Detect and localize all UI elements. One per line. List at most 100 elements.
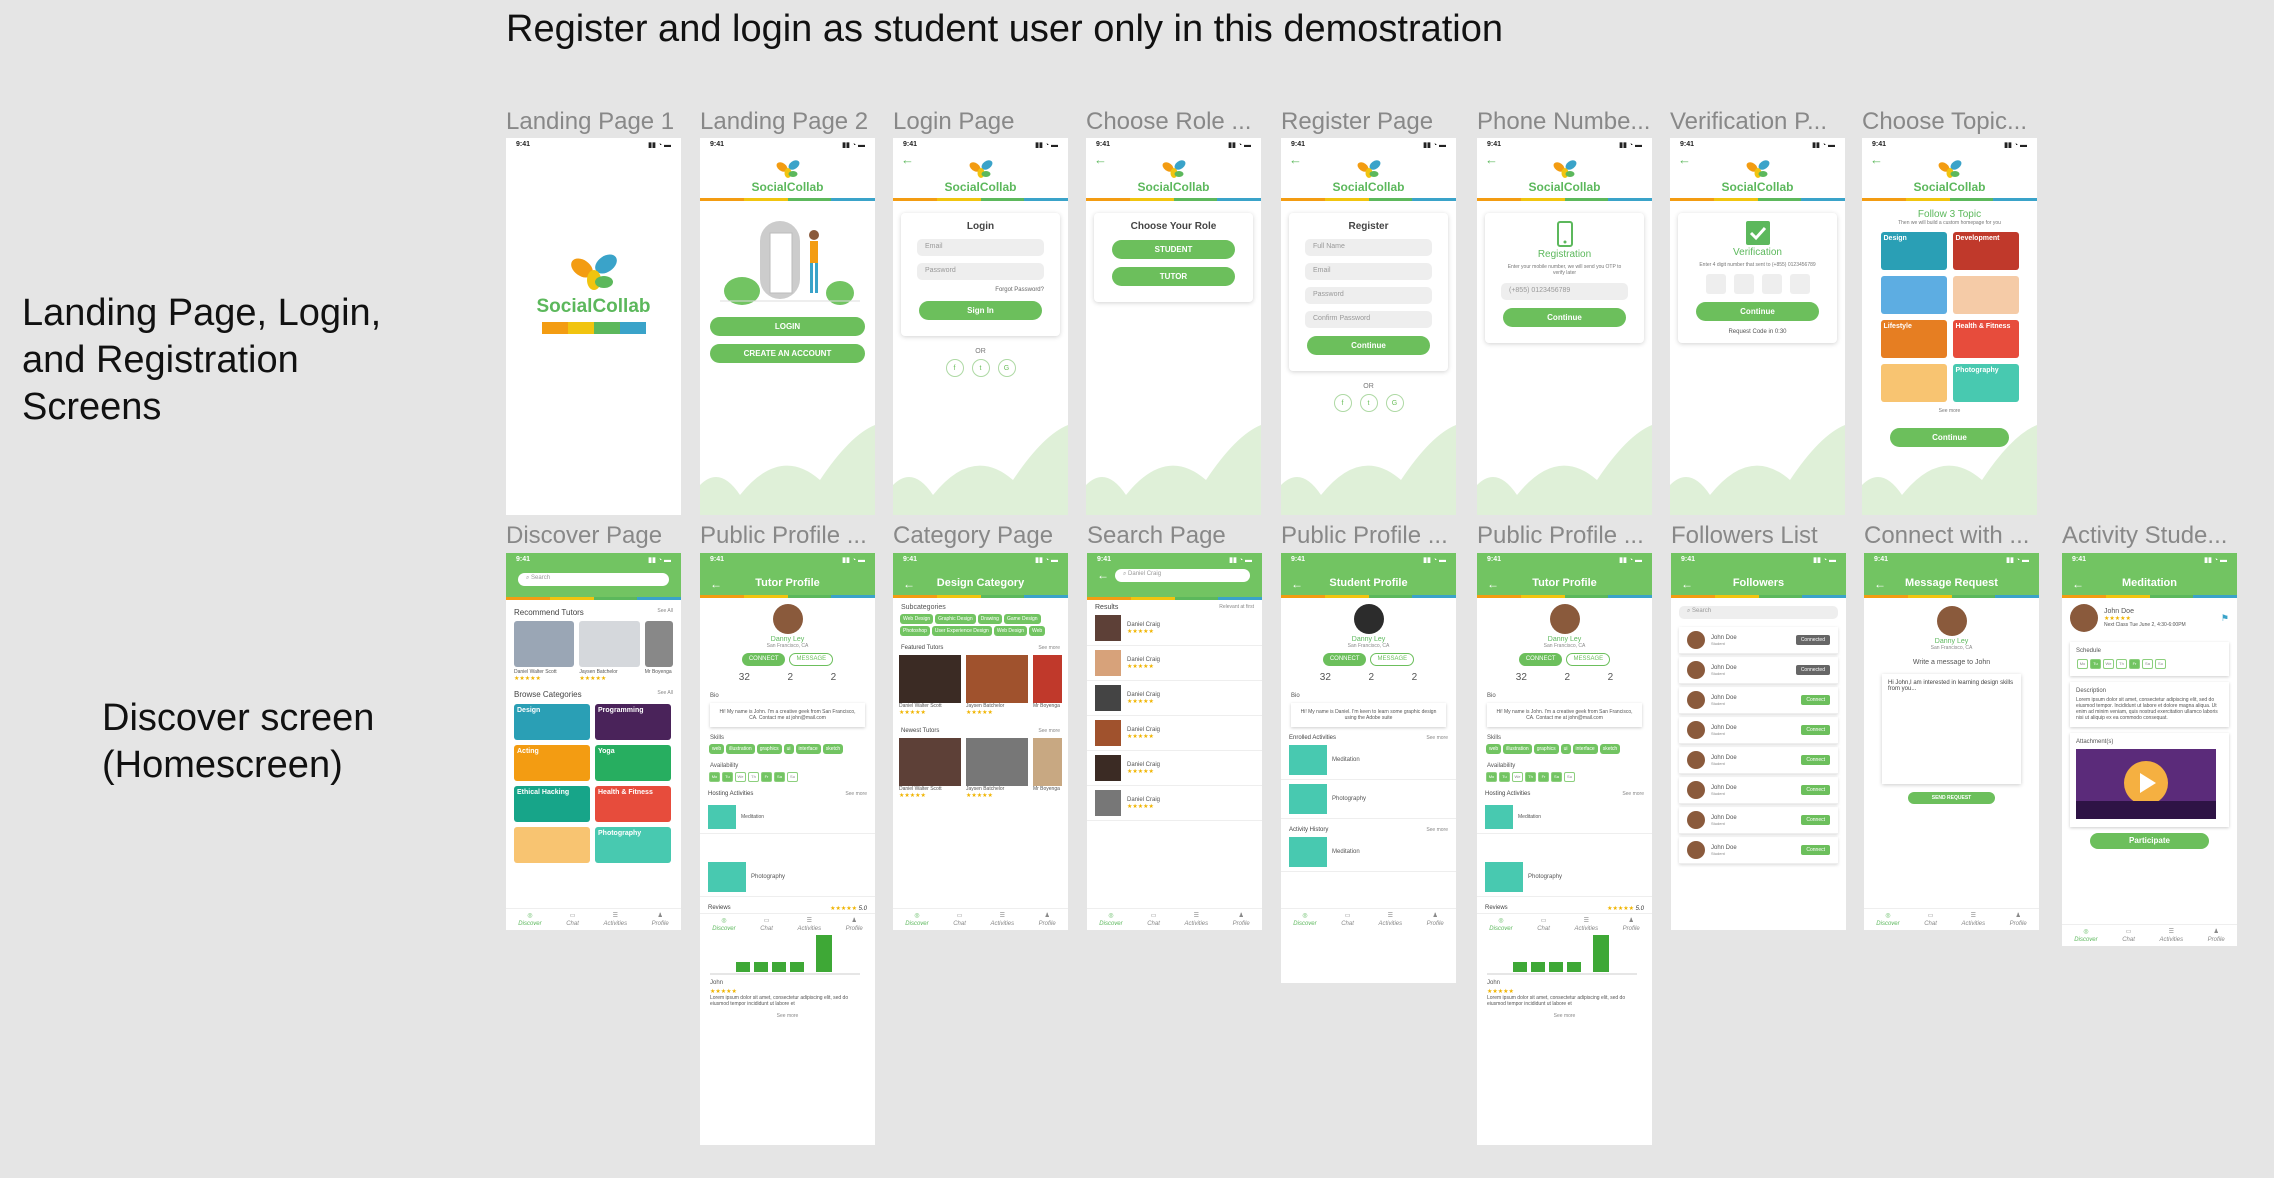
- message-textarea[interactable]: Hi John,I am interested in learning desi…: [1882, 674, 2021, 784]
- topic-tile[interactable]: Development: [1952, 232, 2019, 270]
- continue-button[interactable]: Continue: [1890, 428, 2009, 447]
- topic-tile[interactable]: Photography: [1952, 364, 2019, 402]
- password-field[interactable]: Password: [1305, 287, 1432, 304]
- nav-discover[interactable]: ◎ Discover: [1876, 912, 1899, 928]
- category-tile[interactable]: Programming: [595, 704, 671, 740]
- category-tile[interactable]: Design: [514, 704, 590, 740]
- otp-digit[interactable]: [1705, 274, 1726, 294]
- facebook-icon[interactable]: f: [945, 359, 964, 377]
- back-arrow-icon[interactable]: ←: [903, 577, 915, 591]
- category-tile[interactable]: Health & Fitness: [595, 786, 671, 822]
- topic-tile[interactable]: [1952, 276, 2019, 314]
- nav-discover[interactable]: ◎ Discover: [905, 912, 928, 928]
- tutor-card[interactable]: Jaysen Batchelor ★★★★★: [579, 621, 640, 682]
- otp-digit[interactable]: [1733, 274, 1754, 294]
- google-icon[interactable]: G: [1385, 394, 1404, 412]
- back-arrow-icon[interactable]: ←: [1681, 577, 1693, 591]
- back-arrow-icon[interactable]: ←: [1094, 152, 1107, 167]
- nav-discover[interactable]: ◎ Discover: [2074, 928, 2097, 944]
- nav-profile[interactable]: ♟ Profile: [652, 912, 669, 928]
- nav-activities[interactable]: ☰ Activities: [1184, 912, 1208, 928]
- search-result-row[interactable]: Daniel Craig ★★★★★: [1087, 646, 1262, 681]
- back-arrow-icon[interactable]: ←: [1870, 152, 1883, 167]
- participate-button[interactable]: Participate: [2090, 833, 2209, 849]
- email-field[interactable]: Email: [917, 239, 1044, 256]
- topic-tile[interactable]: [1880, 364, 1947, 402]
- search-result-row[interactable]: Daniel Craig ★★★★★: [1087, 751, 1262, 786]
- twitter-icon[interactable]: t: [971, 359, 990, 377]
- tutor-role-button[interactable]: TUTOR: [1112, 267, 1235, 286]
- connect-button[interactable]: CONNECT: [1518, 653, 1563, 666]
- nav-profile[interactable]: ♟ Profile: [2010, 912, 2027, 928]
- send-request-button[interactable]: SEND REQUEST: [1908, 792, 1995, 804]
- connect-button[interactable]: Connect: [1801, 845, 1830, 855]
- tutor-card[interactable]: Mr Boyenga: [644, 621, 674, 682]
- nav-discover[interactable]: ◎ Discover: [712, 917, 735, 933]
- back-arrow-icon[interactable]: ←: [1485, 152, 1498, 167]
- search-result-row[interactable]: Daniel Craig ★★★★★: [1087, 716, 1262, 751]
- create-account-button[interactable]: CREATE AN ACCOUNT: [710, 344, 865, 363]
- tutor-card[interactable]: Daniel Walter Scott ★★★★★: [899, 738, 961, 799]
- tutor-card[interactable]: Daniel Walter Scott ★★★★★: [514, 621, 575, 682]
- category-tile[interactable]: Yoga: [595, 745, 671, 781]
- search-input[interactable]: ⌕ Search: [518, 573, 669, 586]
- nav-activities[interactable]: ☰ Activities: [2159, 928, 2183, 944]
- connect-button[interactable]: Connect: [1801, 695, 1830, 705]
- nav-activities[interactable]: ☰ Activities: [603, 912, 627, 928]
- back-arrow-icon[interactable]: ←: [1487, 577, 1499, 591]
- password-field[interactable]: Password: [917, 263, 1044, 280]
- facebook-icon[interactable]: f: [1333, 394, 1352, 412]
- full-name-field[interactable]: Full Name: [1305, 239, 1432, 256]
- back-arrow-icon[interactable]: ←: [1097, 568, 1109, 582]
- category-tile[interactable]: Ethical Hacking: [514, 786, 590, 822]
- topic-tile[interactable]: [1880, 276, 1947, 314]
- sign-in-button[interactable]: Sign In: [919, 301, 1042, 320]
- search-input[interactable]: ⌕ Daniel Craig: [1115, 569, 1250, 582]
- nav-chat[interactable]: ▭ Chat: [760, 917, 773, 933]
- connected-button[interactable]: Connected: [1795, 635, 1830, 645]
- nav-activities[interactable]: ☰ Activities: [1961, 912, 1985, 928]
- otp-digit[interactable]: [1761, 274, 1782, 294]
- message-button[interactable]: MESSAGE: [1370, 653, 1415, 666]
- nav-chat[interactable]: ▭ Chat: [2122, 928, 2135, 944]
- back-arrow-icon[interactable]: ←: [2072, 577, 2084, 591]
- nav-discover[interactable]: ◎ Discover: [1099, 912, 1122, 928]
- nav-chat[interactable]: ▭ Chat: [1341, 912, 1354, 928]
- search-result-row[interactable]: Daniel Craig ★★★★★: [1087, 681, 1262, 716]
- search-result-row[interactable]: Daniel Craig ★★★★★: [1087, 786, 1262, 821]
- connect-button[interactable]: Connect: [1801, 725, 1830, 735]
- nav-discover[interactable]: ◎ Discover: [1489, 917, 1512, 933]
- nav-profile[interactable]: ♟ Profile: [1427, 912, 1444, 928]
- connect-button[interactable]: Connect: [1801, 785, 1830, 795]
- continue-button[interactable]: Continue: [1696, 302, 1819, 321]
- back-arrow-icon[interactable]: ←: [1874, 577, 1886, 591]
- nav-chat[interactable]: ▭ Chat: [566, 912, 579, 928]
- message-button[interactable]: MESSAGE: [789, 653, 834, 666]
- nav-profile[interactable]: ♟ Profile: [1623, 917, 1640, 933]
- nav-activities[interactable]: ☰ Activities: [797, 917, 821, 933]
- nav-profile[interactable]: ♟ Profile: [1039, 912, 1056, 928]
- nav-profile[interactable]: ♟ Profile: [2208, 928, 2225, 944]
- back-arrow-icon[interactable]: ←: [1289, 152, 1302, 167]
- student-role-button[interactable]: STUDENT: [1112, 240, 1235, 259]
- login-button[interactable]: LOGIN: [710, 317, 865, 336]
- category-tile[interactable]: Photography: [595, 827, 671, 863]
- tutor-card[interactable]: Mr Boyenga: [1032, 655, 1062, 716]
- nav-chat[interactable]: ▭ Chat: [1147, 912, 1160, 928]
- nav-chat[interactable]: ▭ Chat: [953, 912, 966, 928]
- bookmark-icon[interactable]: ⚑: [2221, 613, 2229, 624]
- nav-chat[interactable]: ▭ Chat: [1924, 912, 1937, 928]
- topic-tile[interactable]: Lifestyle: [1880, 320, 1947, 358]
- confirm-password-field[interactable]: Confirm Password: [1305, 311, 1432, 328]
- nav-profile[interactable]: ♟ Profile: [846, 917, 863, 933]
- phone-number-field[interactable]: (+855) 0123456789: [1501, 283, 1628, 300]
- nav-activities[interactable]: ☰ Activities: [990, 912, 1014, 928]
- email-field[interactable]: Email: [1305, 263, 1432, 280]
- twitter-icon[interactable]: t: [1359, 394, 1378, 412]
- tutor-card[interactable]: Jaysen Batchelor ★★★★★: [965, 738, 1028, 799]
- search-input[interactable]: ⌕ Search: [1679, 606, 1838, 619]
- tutor-card[interactable]: Mr Boyenga: [1032, 738, 1062, 799]
- back-arrow-icon[interactable]: ←: [1291, 577, 1303, 591]
- tutor-card[interactable]: Jaysen Batchelor ★★★★★: [965, 655, 1028, 716]
- back-arrow-icon[interactable]: ←: [1678, 152, 1691, 167]
